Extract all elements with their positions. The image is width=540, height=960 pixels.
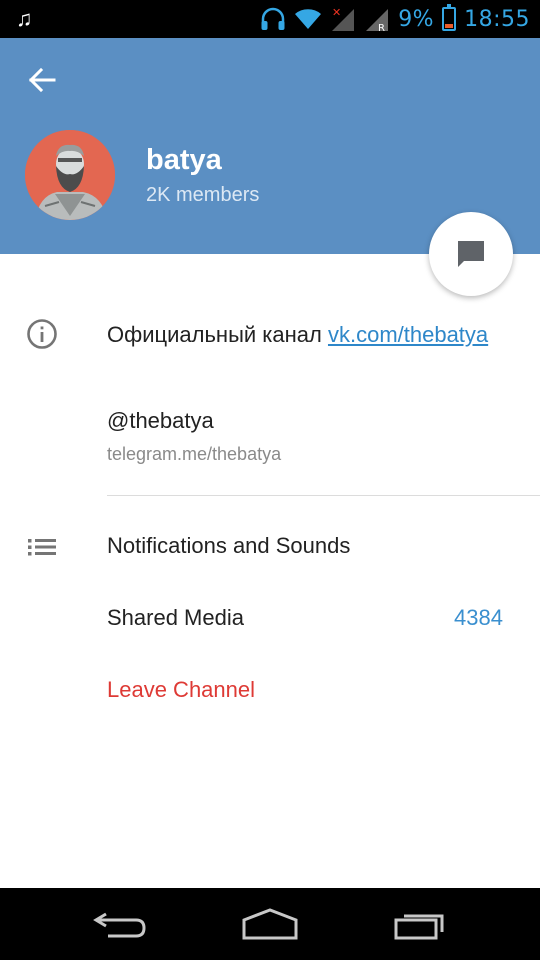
nav-back-icon[interactable] [92, 906, 148, 942]
description-link[interactable]: vk.com/thebatya [328, 322, 488, 347]
notifications-item[interactable]: Notifications and Sounds [107, 533, 350, 559]
music-note-icon: ♫ [16, 6, 33, 31]
channel-title: batya [146, 144, 222, 176]
message-button[interactable] [429, 212, 513, 296]
arrow-left-icon[interactable] [24, 62, 60, 98]
headphones-icon [261, 7, 285, 30]
avatar[interactable] [25, 130, 115, 220]
avatar-image [25, 130, 115, 220]
svg-text:R: R [378, 23, 385, 32]
status-bar: ♫ ✕ R 9% 18:55 [0, 0, 540, 38]
leave-channel-button[interactable]: Leave Channel [107, 677, 255, 703]
system-nav-bar [0, 888, 540, 960]
divider [107, 495, 540, 496]
clock: 18:55 [464, 6, 530, 32]
channel-description: Официальный канал vk.com/thebatya [107, 320, 517, 349]
battery-percent: 9% [398, 6, 435, 32]
description-text: Официальный канал [107, 322, 328, 347]
nav-recents-icon[interactable] [392, 906, 452, 942]
nav-home-icon[interactable] [240, 906, 300, 942]
wifi-icon [295, 9, 322, 29]
info-icon [27, 319, 57, 349]
signal-roaming-icon: R [366, 9, 389, 32]
battery-icon [442, 4, 457, 31]
status-icons: ✕ R 9% 18:55 [260, 3, 530, 35]
channel-link: telegram.me/thebatya [107, 444, 282, 464]
shared-media-item[interactable]: Shared Media [107, 605, 244, 631]
svg-text:✕: ✕ [332, 6, 341, 19]
shared-media-count: 4384 [454, 605, 503, 630]
members-count: 2K members [146, 184, 260, 206]
channel-username[interactable]: @thebatya [107, 408, 214, 434]
list-icon [28, 539, 56, 556]
signal-no-sim-icon: ✕ [332, 6, 355, 31]
chat-bubble-icon [458, 241, 484, 267]
